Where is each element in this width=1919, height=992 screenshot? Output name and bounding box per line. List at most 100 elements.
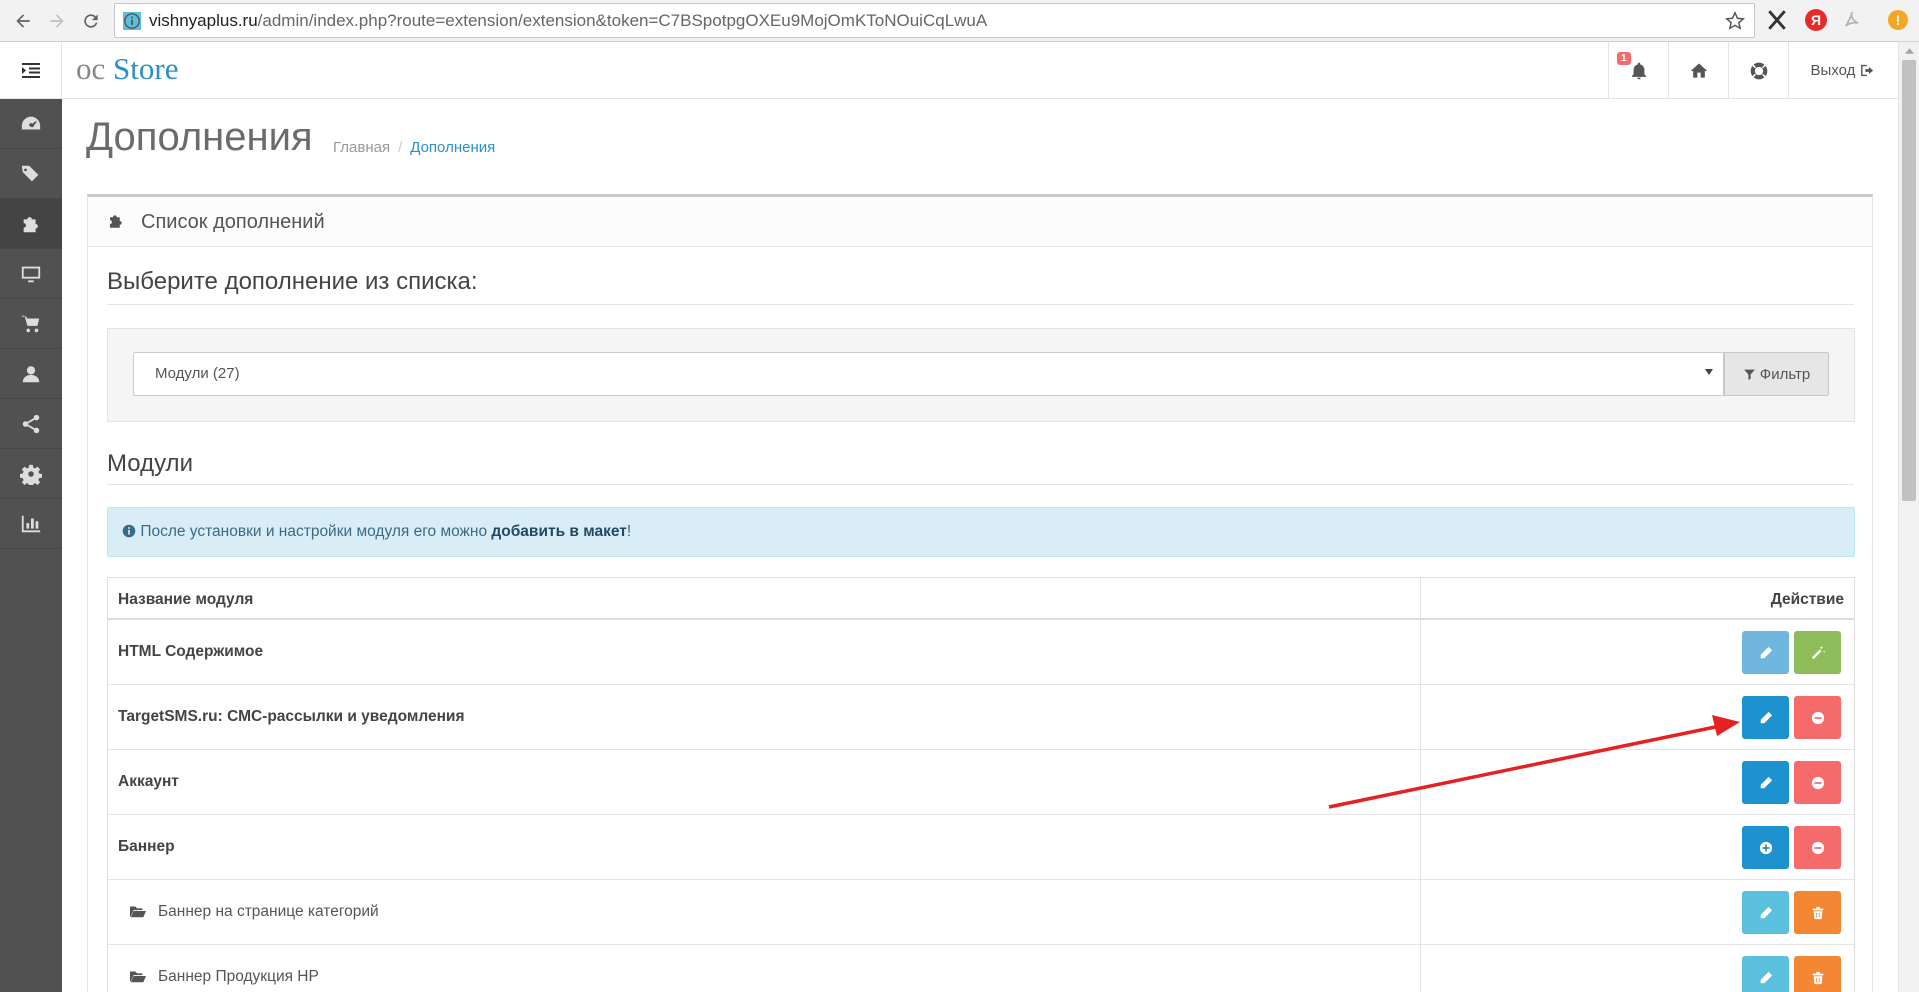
minus-circle-icon [1811,776,1824,789]
uninstall-button[interactable] [1794,696,1841,739]
layout-wizard-button[interactable] [1794,631,1841,674]
reload-button[interactable] [76,6,106,36]
delete-button[interactable] [1794,891,1841,934]
column-divider [1420,620,1421,684]
sidebar-item-sales[interactable] [0,299,62,349]
arrow-left-icon [16,14,30,28]
modules-heading: Модули [107,450,193,477]
module-name: Баннер [118,838,175,855]
sidebar-toggle-button[interactable] [0,42,62,99]
forward-button[interactable] [42,6,72,36]
help-button[interactable] [1728,42,1788,99]
filter-button[interactable]: Фильтр [1724,352,1829,396]
panel-heading: Список дополнений [88,197,1872,247]
gear-icon [20,464,42,485]
bell-icon [1631,62,1646,79]
breadcrumb: Главная / Дополнения [333,139,495,156]
url-path: /admin/index.php?route=extension/extensi… [257,11,988,30]
sidebar-item-marketing[interactable] [0,399,62,449]
warning-extension-icon[interactable]: ! [1885,7,1911,33]
minus-circle-icon [1811,711,1824,724]
column-module-name[interactable]: Название модуля [118,591,253,609]
arrow-right-icon [50,14,64,28]
folder-open-icon [130,971,146,983]
tags-icon [21,165,39,181]
column-divider [1420,815,1421,879]
pencil-icon [1760,906,1772,918]
page-scrollbar[interactable] [1898,42,1919,992]
sidebar-item-system[interactable] [0,449,62,499]
logout-button[interactable]: Выход [1788,42,1898,99]
app-header: oc Store 1 Выход [62,42,1898,99]
table-header-row: Название модуля Действие [108,578,1854,620]
ocstore-logo[interactable]: oc Store [76,51,178,87]
back-button[interactable] [8,6,38,36]
dashboard-icon [21,116,41,129]
cart-icon [21,315,40,332]
url-host: vishnyaplus.ru [149,11,258,30]
alert-text: После установки и настройки модуля его м… [140,523,492,540]
edit-button[interactable] [1742,956,1789,992]
home-icon [1690,63,1707,78]
life-ring-icon [1750,62,1767,79]
pencil-icon [1760,776,1772,788]
sidebar-item-catalog[interactable] [0,149,62,199]
module-instance-name: Баннер на странице категорий [130,903,379,921]
yandex-extension-icon[interactable]: Я [1803,7,1829,33]
puzzle-icon [23,216,38,232]
sign-out-icon [1861,64,1874,77]
pdf-extension-icon[interactable] [1839,7,1865,33]
edit-button[interactable] [1742,761,1789,804]
table-row: Баннер на странице категорий [108,880,1854,945]
breadcrumb-current[interactable]: Дополнения [410,139,495,156]
column-divider [1420,945,1421,992]
uninstall-button[interactable] [1794,761,1841,804]
user-icon [22,365,40,382]
add-module-button[interactable] [1742,826,1789,869]
address-bar[interactable]: vishnyaplus.ru/admin/index.php?route=ext… [114,3,1755,38]
notifications-button[interactable]: 1 [1608,42,1668,99]
edit-button[interactable] [1742,696,1789,739]
notification-badge: 1 [1617,52,1631,65]
logout-link: Выход [1811,62,1877,79]
breadcrumb-home[interactable]: Главная [333,139,390,156]
divider [107,304,1854,305]
instance-label: Баннер Продукция HP [158,968,319,985]
info-icon [123,12,141,30]
folder-open-icon [130,906,146,918]
pencil-icon [1760,971,1772,983]
divider [107,484,1854,485]
select-value: Модули (27) [155,365,240,382]
table-row: Баннер [108,815,1854,880]
browser-toolbar: vishnyaplus.ru/admin/index.php?route=ext… [0,0,1919,42]
add-to-layout-link[interactable]: добавить в макет [491,523,626,540]
reload-icon [84,14,98,28]
column-divider [1420,685,1421,749]
module-name: Аккаунт [118,773,179,790]
home-button[interactable] [1668,42,1728,99]
minus-circle-icon [1811,841,1824,854]
sidebar-item-design[interactable] [0,249,62,299]
sidebar-item-extensions[interactable] [0,199,62,249]
alert-end: ! [626,523,632,540]
sidebar-item-reports[interactable] [0,499,62,549]
admin-sidebar [0,42,62,992]
extension-x-icon[interactable] [1764,7,1790,33]
logo-store: Store [113,51,179,86]
extension-type-select[interactable]: Модули (27) [133,352,1724,396]
magic-wand-icon [1811,645,1825,659]
sidebar-item-customers[interactable] [0,349,62,399]
table-row: Аккаунт [108,750,1854,815]
scroll-thumb[interactable] [1902,60,1916,501]
breadcrumb-separator: / [398,139,403,156]
bookmark-star-icon[interactable] [1724,10,1746,32]
edit-button[interactable] [1742,891,1789,934]
sidebar-item-dashboard[interactable] [0,99,62,149]
uninstall-button[interactable] [1794,826,1841,869]
edit-button[interactable] [1742,631,1789,674]
page-title: Дополнения [86,115,313,159]
module-name: HTML Содержимое [118,643,264,660]
scroll-up-arrow[interactable] [1899,42,1919,59]
logout-label: Выход [1810,62,1856,79]
delete-button[interactable] [1794,956,1841,992]
